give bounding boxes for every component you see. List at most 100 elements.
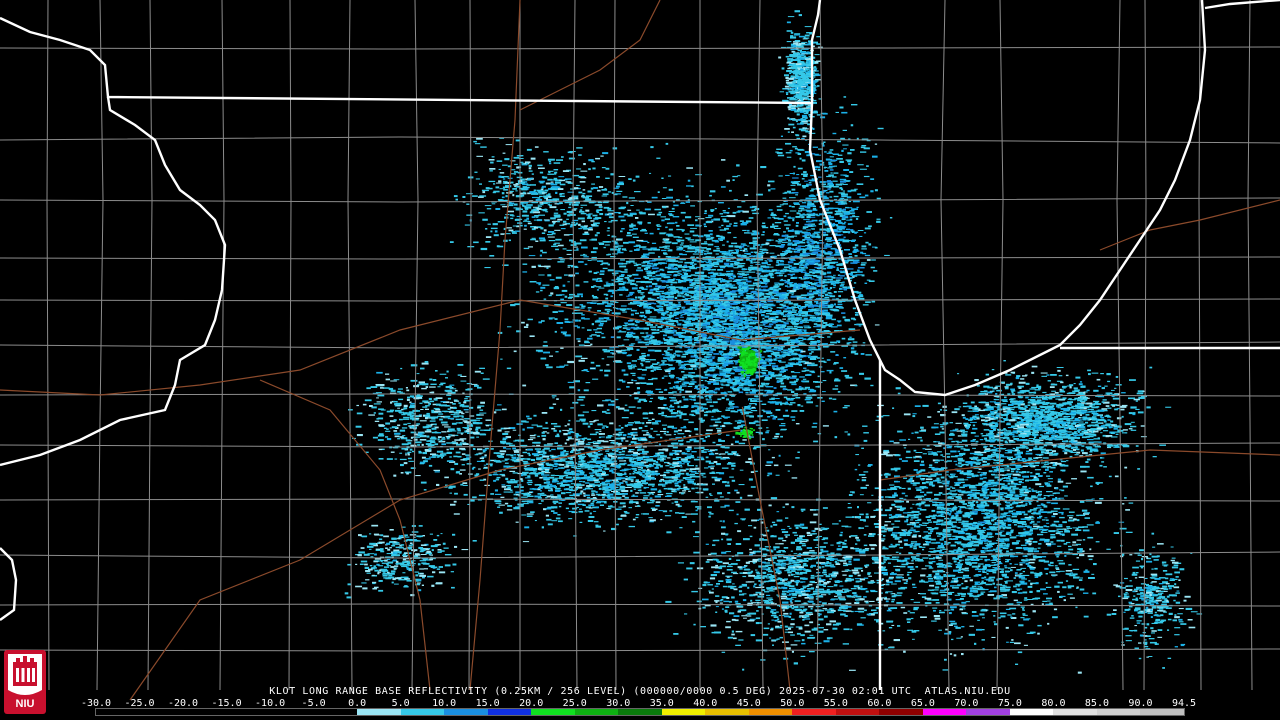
echo-pixel: [646, 324, 653, 326]
echo-pixel: [871, 300, 876, 303]
echo-pixel: [726, 225, 731, 227]
echo-pixel: [666, 286, 670, 289]
echo-pixel: [749, 271, 756, 273]
echo-pixel: [775, 332, 780, 335]
echo-pixel: [689, 241, 697, 243]
echo-pixel: [793, 276, 798, 279]
echo-pixel: [770, 276, 775, 279]
echo-pixel: [623, 373, 629, 376]
echo-pixel: [733, 325, 739, 328]
echo-pixel: [709, 381, 717, 383]
echo-pixel: [670, 412, 676, 415]
echo-pixel: [786, 340, 791, 342]
echo-pixel: [701, 358, 704, 360]
echo-pixel: [607, 253, 611, 256]
echo-pixel: [679, 316, 684, 318]
echo-pixel: [709, 367, 716, 369]
echo-pixel: [691, 372, 695, 374]
echo-pixel: [857, 269, 860, 272]
echo-pixel: [743, 297, 748, 299]
echo-pixel: [746, 415, 753, 417]
echo-pixel: [703, 250, 709, 252]
echo-pixel: [713, 408, 718, 410]
echo-pixel: [709, 286, 715, 288]
echo-pixel: [644, 232, 648, 234]
echo-pixel: [717, 346, 724, 349]
echo-pixel: [768, 260, 773, 262]
echo-pixel: [715, 253, 719, 255]
echo-pixel: [676, 307, 680, 310]
echo-pixel: [789, 290, 796, 292]
echo-pixel: [666, 354, 673, 357]
echo-pixel: [600, 264, 603, 266]
echo-pixel: [749, 391, 756, 394]
echo-pixel: [621, 309, 626, 312]
echo-pixel: [702, 320, 708, 322]
echo-pixel: [733, 315, 740, 319]
echo-pixel: [714, 208, 717, 210]
echo-pixel: [807, 210, 813, 213]
echo-pixel: [798, 342, 806, 344]
echo-pixel: [560, 347, 564, 349]
echo-pixel: [675, 317, 679, 319]
echo-pixel: [672, 216, 680, 218]
echo-pixel: [775, 293, 782, 296]
echo-pixel: [708, 342, 713, 345]
echo-pixel: [676, 248, 683, 251]
echo-pixel: [680, 273, 683, 275]
echo-pixel: [642, 261, 646, 264]
echo-pixel: [852, 246, 857, 249]
echo-pixel: [762, 438, 765, 441]
echo-pixel: [729, 284, 736, 286]
echo-pixel: [578, 359, 585, 362]
echo-pixel: [795, 251, 800, 253]
echo-pixel: [832, 180, 838, 182]
echo-pixel: [683, 325, 690, 327]
echo-pixel: [693, 318, 698, 320]
echo-pixel: [749, 403, 752, 405]
echo-pixel: [626, 282, 632, 284]
echo-pixel: [620, 274, 625, 276]
echo-pixel: [653, 430, 658, 432]
echo-pixel: [822, 279, 827, 281]
echo-pixel: [642, 301, 648, 303]
echo-pixel: [670, 404, 673, 407]
echo-pixel: [567, 360, 575, 364]
echo-pixel: [775, 409, 781, 411]
echo-pixel: [774, 343, 778, 345]
echo-pixel: [823, 166, 826, 169]
echo-pixel: [866, 165, 869, 167]
echo-pixel: [726, 304, 730, 306]
echo-pixel: [653, 331, 660, 334]
echo-pixel: [554, 318, 558, 320]
echo-pixel: [817, 375, 820, 378]
echo-pixel: [593, 272, 598, 274]
echo-pixel: [580, 212, 587, 215]
echo-pixel: [748, 295, 751, 297]
echo-pixel: [695, 174, 702, 176]
echo-pixel: [801, 173, 808, 176]
echo-pixel: [750, 296, 754, 298]
echo-pixel: [860, 353, 865, 355]
echo-pixel: [723, 329, 727, 332]
echo-pixel: [745, 331, 752, 334]
echo-pixel: [856, 291, 862, 294]
echo-pixel: [684, 337, 690, 340]
echo-pixel: [777, 254, 780, 256]
echo-pixel: [779, 295, 786, 298]
echo-pixel: [807, 348, 812, 351]
echo-pixel: [731, 242, 738, 245]
echo-pixel: [803, 367, 807, 369]
echo-pixel: [680, 378, 685, 381]
echo-pixel: [677, 239, 685, 242]
echo-pixel: [831, 224, 838, 226]
echo-pixel: [794, 288, 797, 290]
echo-pixel: [715, 387, 720, 390]
echo-pixel: [513, 350, 517, 353]
echo-pixel: [712, 401, 718, 404]
echo-pixel: [639, 341, 643, 343]
echo-pixel: [522, 271, 528, 273]
echo-pixel: [781, 304, 786, 307]
echo-pixel: [606, 294, 609, 296]
echo-pixel: [787, 261, 794, 264]
